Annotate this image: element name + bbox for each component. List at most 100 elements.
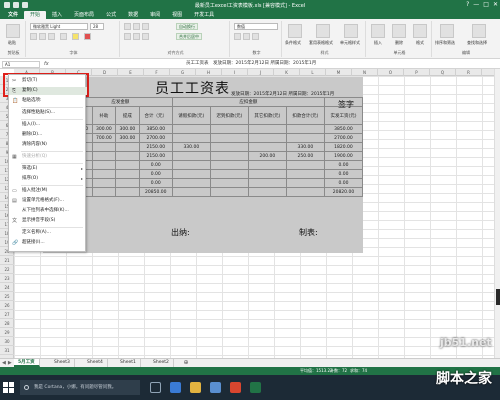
delete-cells-icon[interactable] bbox=[392, 24, 406, 38]
table-cell[interactable] bbox=[247, 124, 287, 134]
table-format-button[interactable]: 套用表格格式 bbox=[309, 40, 333, 46]
table-cell[interactable]: 2150.00 bbox=[138, 142, 173, 152]
tab-review[interactable]: 审阅 bbox=[144, 11, 166, 19]
table-cell[interactable] bbox=[115, 142, 140, 152]
table-cell[interactable]: 2700.00 bbox=[323, 133, 364, 143]
print-area[interactable]: 员工工资表 发放日期：2015年2月12日 所属日期：2015年1月 应发金额 … bbox=[42, 77, 364, 253]
column-header-g[interactable]: G bbox=[170, 69, 196, 76]
table-cell[interactable] bbox=[285, 133, 325, 143]
table-cell[interactable] bbox=[247, 187, 287, 197]
bold-icon[interactable] bbox=[30, 33, 37, 40]
table-cell[interactable]: 2700.00 bbox=[138, 133, 173, 143]
table-cell[interactable] bbox=[209, 178, 249, 188]
context-menu-item[interactable]: 排序(O) ▸ bbox=[9, 175, 87, 183]
table-cell[interactable] bbox=[91, 142, 117, 152]
table-cell[interactable] bbox=[285, 124, 325, 134]
column-header-total[interactable]: 合计（元） bbox=[138, 106, 173, 125]
align-top-icon[interactable] bbox=[124, 23, 131, 30]
cell-styles-icon[interactable] bbox=[344, 24, 358, 38]
row-header[interactable]: 30 bbox=[0, 337, 14, 346]
table-cell[interactable] bbox=[171, 151, 211, 161]
tab-insert[interactable]: 插入 bbox=[46, 11, 68, 19]
column-header-h[interactable]: H bbox=[196, 69, 222, 76]
sort-filter-button[interactable]: 排序和筛选 bbox=[435, 40, 455, 46]
row-header[interactable]: 31 bbox=[0, 346, 14, 355]
column-header-i[interactable]: I bbox=[222, 69, 248, 76]
font-name-select[interactable]: 微软雅黑 Light bbox=[30, 23, 88, 30]
tab-data[interactable]: 数据 bbox=[122, 11, 144, 19]
table-cell[interactable]: 0.00 bbox=[138, 178, 173, 188]
align-middle-icon[interactable] bbox=[133, 23, 140, 30]
column-header-n[interactable]: N bbox=[352, 69, 378, 76]
row-header[interactable]: 28 bbox=[0, 319, 14, 328]
table-cell[interactable] bbox=[209, 124, 249, 134]
context-menu-item[interactable]: 删除(D)... bbox=[9, 131, 87, 139]
column-header-d[interactable]: D bbox=[92, 69, 118, 76]
table-cell[interactable] bbox=[115, 169, 140, 179]
border-icon[interactable] bbox=[60, 33, 67, 40]
sort-filter-icon[interactable] bbox=[440, 24, 454, 38]
close-button[interactable]: ✕ bbox=[493, 1, 498, 8]
table-cell[interactable] bbox=[171, 178, 211, 188]
context-menu-item[interactable]: 从下拉列表中选择(K)... bbox=[9, 207, 87, 215]
header-deduct-group[interactable]: 应扣金额 bbox=[171, 97, 325, 107]
column-header-e[interactable]: E bbox=[118, 69, 144, 76]
name-box[interactable]: A1 bbox=[2, 61, 40, 68]
table-format-icon[interactable] bbox=[316, 24, 330, 38]
row-header[interactable]: 24 bbox=[0, 283, 14, 292]
table-cell[interactable]: 0.00 bbox=[323, 160, 364, 170]
column-header-k[interactable]: K bbox=[274, 69, 300, 76]
task-view-icon[interactable] bbox=[150, 382, 161, 393]
column-header-r[interactable]: R bbox=[456, 69, 482, 76]
context-menu-item[interactable]: 📋 粘贴选项: bbox=[9, 97, 87, 105]
table-cell[interactable] bbox=[209, 133, 249, 143]
table-cell[interactable] bbox=[247, 160, 287, 170]
table-cell[interactable]: 0.00 bbox=[323, 178, 364, 188]
table-cell[interactable] bbox=[91, 151, 117, 161]
store-icon[interactable] bbox=[210, 382, 221, 393]
context-menu-item[interactable]: ✂ 剪切(T) bbox=[9, 77, 87, 85]
tab-page-layout[interactable]: 页面布局 bbox=[68, 11, 100, 19]
table-cell[interactable] bbox=[171, 133, 211, 143]
row-header[interactable]: 27 bbox=[0, 310, 14, 319]
table-cell[interactable] bbox=[247, 169, 287, 179]
find-select-button[interactable]: 查找和选择 bbox=[467, 40, 487, 46]
insert-cells-icon[interactable] bbox=[371, 24, 385, 38]
context-menu-item[interactable]: ▤ 设置单元格格式(F)... bbox=[9, 197, 87, 205]
context-menu-item[interactable]: 定义名称(A)... bbox=[9, 229, 87, 237]
help-button[interactable]: ? bbox=[466, 1, 469, 8]
align-center-icon[interactable] bbox=[133, 33, 140, 40]
file-explorer-icon[interactable] bbox=[190, 382, 201, 393]
app-icon[interactable] bbox=[230, 382, 241, 393]
paste-icon[interactable] bbox=[6, 24, 20, 38]
table-cell[interactable]: 300.00 bbox=[91, 124, 117, 134]
table-cell[interactable] bbox=[115, 151, 140, 161]
tab-view[interactable]: 视图 bbox=[166, 11, 188, 19]
row-header[interactable]: 21 bbox=[0, 256, 14, 265]
table-cell[interactable] bbox=[209, 160, 249, 170]
align-left-icon[interactable] bbox=[124, 33, 131, 40]
table-cell[interactable]: 300.00 bbox=[115, 124, 140, 134]
table-cell[interactable] bbox=[171, 124, 211, 134]
column-header-f[interactable]: F bbox=[144, 69, 170, 76]
table-cell[interactable] bbox=[171, 169, 211, 179]
insert-cells-button[interactable]: 插入 bbox=[374, 40, 382, 46]
context-menu-item[interactable]: ⎘ 复制(C) bbox=[9, 87, 87, 95]
row-header[interactable]: 25 bbox=[0, 292, 14, 301]
context-menu-item[interactable]: 文显示拼音字段(S) bbox=[9, 217, 87, 225]
table-cell[interactable] bbox=[247, 133, 287, 143]
minimize-button[interactable]: — bbox=[473, 1, 479, 8]
column-header-l[interactable]: L bbox=[300, 69, 326, 76]
scrollbar-thumb[interactable] bbox=[496, 289, 500, 305]
sheet-tab-sheet4[interactable]: Sheet4 bbox=[83, 359, 108, 367]
table-cell[interactable] bbox=[115, 160, 140, 170]
table-cell[interactable] bbox=[171, 187, 211, 197]
add-sheet-icon[interactable]: ⊕ bbox=[182, 359, 190, 367]
row-header[interactable]: 29 bbox=[0, 328, 14, 337]
context-menu-item[interactable]: 筛选(E) ▸ bbox=[9, 165, 87, 173]
table-cell[interactable] bbox=[247, 142, 287, 152]
row-header[interactable]: 23 bbox=[0, 274, 14, 283]
tab-developer[interactable]: 开发工具 bbox=[188, 11, 220, 19]
column-header-commission[interactable]: 提成 bbox=[115, 106, 140, 125]
sheet-tab-may-salary[interactable]: 5月工资 bbox=[14, 359, 40, 367]
